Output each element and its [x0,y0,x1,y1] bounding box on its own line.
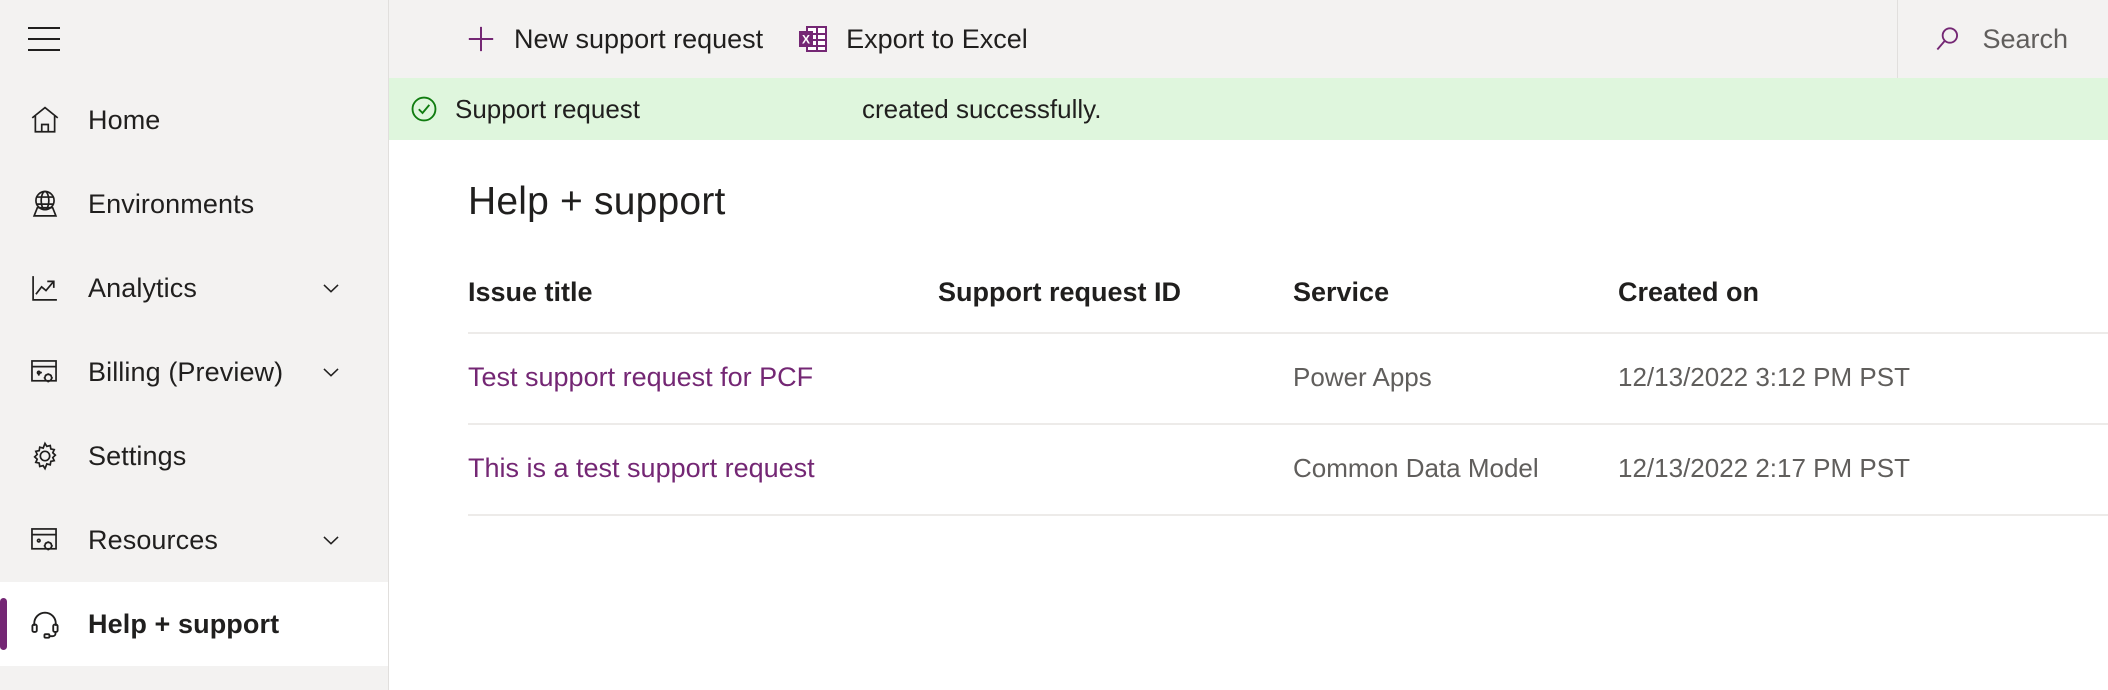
sidebar-item-settings[interactable]: Settings [0,414,388,498]
sidebar-item-home[interactable]: Home [0,78,388,162]
column-header-support-request-id[interactable]: Support request ID [938,277,1293,334]
new-support-request-button[interactable]: New support request [447,0,779,78]
cell-support-request-id [938,333,1293,425]
content-area: Help + support Issue title Support reque… [389,140,2108,690]
chevron-down-icon[interactable] [316,273,346,303]
gear-icon [22,433,68,479]
headset-icon [22,601,68,647]
hamburger-bar-3 [28,49,60,51]
chevron-down-icon[interactable] [316,357,346,387]
cell-created-on: 12/13/2022 3:12 PM PST [1618,333,2108,425]
search-icon [1930,21,1966,57]
hamburger-bar-1 [28,27,60,29]
sidebar-item-label: Home [88,104,161,135]
hamburger-row [0,0,388,78]
left-navigation-sidebar: Home Environments Analytics Billing (Pre… [0,0,389,690]
export-to-excel-label: Export to Excel [846,23,1028,54]
chevron-down-icon[interactable] [316,525,346,555]
column-header-service[interactable]: Service [1293,277,1618,334]
hamburger-menu-icon[interactable] [22,17,66,61]
sidebar-item-label: Help + support [88,608,280,639]
sidebar-item-label: Environments [88,188,255,219]
excel-icon: X [795,21,831,57]
banner-message-prefix: Support request [455,93,641,124]
app-root: Home Environments Analytics Billing (Pre… [0,0,2108,690]
column-header-created-on[interactable]: Created on [1618,277,2108,334]
sidebar-item-environments[interactable]: Environments [0,162,388,246]
table-header: Issue title Support request ID Service C… [468,277,2108,334]
billing-icon [22,349,68,395]
cell-created-on: 12/13/2022 2:17 PM PST [1618,424,2108,516]
support-requests-table-wrapper: Issue title Support request ID Service C… [468,277,2108,516]
cell-issue-title: Test support request for PCF [468,333,938,425]
sidebar-item-analytics[interactable]: Analytics [0,246,388,330]
sidebar-item-label: Billing (Preview) [88,356,284,387]
hamburger-bar-2 [28,38,60,40]
home-icon [22,97,68,143]
banner-message-suffix: created successfully. [862,93,1102,124]
cell-support-request-id [938,424,1293,516]
issue-title-link[interactable]: This is a test support request [468,453,815,483]
support-requests-table: Issue title Support request ID Service C… [468,277,2108,516]
main-region: New support request X Export to Excel Se… [389,0,2108,690]
sidebar-item-resources[interactable]: Resources [0,498,388,582]
analytics-icon [22,265,68,311]
sidebar-item-label: Settings [88,440,187,471]
table-row[interactable]: Test support request for PCF Power Apps … [468,333,2108,425]
column-header-issue-title[interactable]: Issue title [468,277,938,334]
issue-title-link[interactable]: Test support request for PCF [468,362,813,392]
resources-icon [22,517,68,563]
new-support-request-label: New support request [514,23,764,54]
search-input[interactable]: Search [1897,0,2108,78]
export-to-excel-button[interactable]: X Export to Excel [779,0,1044,78]
sidebar-item-label: Analytics [88,272,197,303]
sidebar-nav-list: Home Environments Analytics Billing (Pre… [0,78,388,666]
svg-text:X: X [802,33,810,47]
table-header-row: Issue title Support request ID Service C… [468,277,2108,334]
cell-issue-title: This is a test support request [468,424,938,516]
sidebar-item-billing[interactable]: Billing (Preview) [0,330,388,414]
table-body: Test support request for PCF Power Apps … [468,333,2108,516]
command-bar: New support request X Export to Excel Se… [389,0,2108,78]
globe-icon [22,181,68,227]
cell-service: Common Data Model [1293,424,1618,516]
search-placeholder: Search [1982,23,2068,54]
table-row[interactable]: This is a test support request Common Da… [468,424,2108,516]
sidebar-item-help-support[interactable]: Help + support [0,582,388,666]
page-title: Help + support [468,180,726,223]
cell-service: Power Apps [1293,333,1618,425]
sidebar-item-label: Resources [88,524,218,555]
plus-icon [463,21,499,57]
success-notification-banner: Support request created successfully. [389,78,2108,140]
checkmark-circle-icon [407,92,441,126]
